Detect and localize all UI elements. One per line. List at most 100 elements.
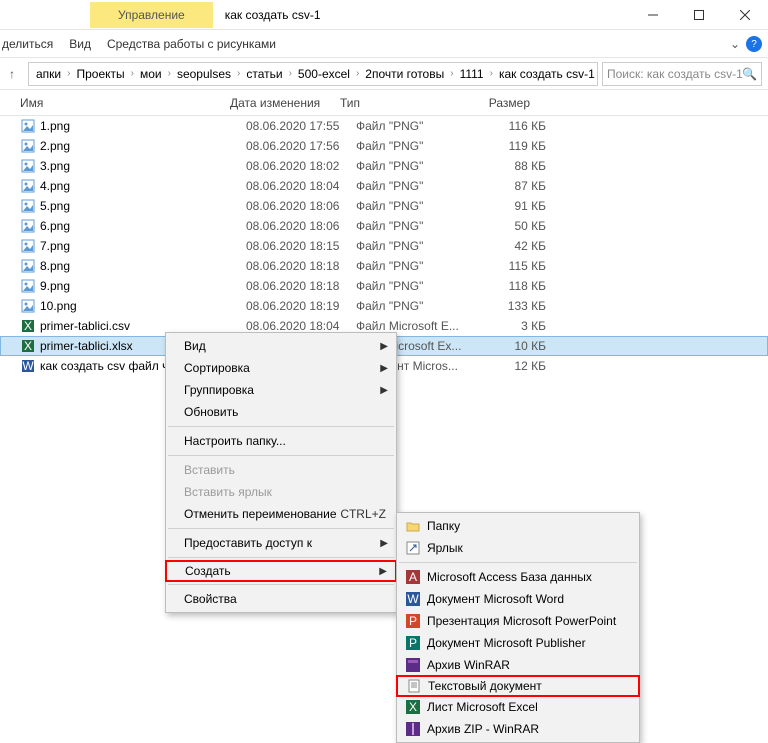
- file-row[interactable]: 7.png08.06.2020 18:15Файл "PNG"42 КБ: [0, 236, 768, 256]
- separator: [168, 426, 394, 427]
- file-icon: [20, 118, 36, 134]
- submenu-item[interactable]: XЛист Microsoft Excel: [397, 696, 639, 718]
- file-name: 6.png: [40, 219, 246, 233]
- submenu-label: Текстовый документ: [428, 679, 542, 693]
- minimize-button[interactable]: [630, 0, 676, 30]
- menu-share[interactable]: делиться: [2, 37, 53, 51]
- pub-icon: P: [405, 635, 421, 651]
- svg-text:P: P: [409, 614, 417, 628]
- file-icon: [20, 198, 36, 214]
- file-date: 08.06.2020 18:06: [246, 219, 356, 233]
- ctx-customize-folder[interactable]: Настроить папку...: [166, 430, 396, 452]
- file-row[interactable]: 10.png08.06.2020 18:19Файл "PNG"133 КБ: [0, 296, 768, 316]
- search-icon: 🔍: [742, 67, 757, 81]
- txt-icon: [406, 678, 422, 694]
- ctx-share-access[interactable]: Предоставить доступ к▶: [166, 532, 396, 554]
- breadcrumb[interactable]: апки›Проекты›мои›seopulses›статьи›500-ex…: [28, 62, 598, 86]
- zip-icon: [405, 721, 421, 737]
- submenu-item[interactable]: AMicrosoft Access База данных: [397, 566, 639, 588]
- chevron-right-icon: ▶: [379, 566, 387, 577]
- ribbon-tab-manage[interactable]: Управление: [90, 2, 213, 28]
- ctx-group[interactable]: Группировка▶: [166, 379, 396, 401]
- file-icon: [20, 138, 36, 154]
- file-type: Файл "PNG": [356, 199, 476, 213]
- breadcrumb-separator-icon: ›: [128, 68, 137, 79]
- file-size: 50 КБ: [476, 219, 546, 233]
- submenu-item[interactable]: W Документ Microsoft Word: [397, 588, 639, 610]
- submenu-item[interactable]: Архив WinRAR: [397, 654, 639, 676]
- submenu-item[interactable]: PДокумент Microsoft Publisher: [397, 632, 639, 654]
- breadcrumb-item[interactable]: 2почти готовы: [362, 67, 447, 81]
- breadcrumb-item[interactable]: апки: [33, 67, 64, 81]
- file-date: 08.06.2020 18:19: [246, 299, 356, 313]
- menu-bar: делиться Вид Средства работы с рисунками…: [0, 30, 768, 58]
- file-date: 08.06.2020 18:18: [246, 279, 356, 293]
- file-date: 08.06.2020 18:15: [246, 239, 356, 253]
- file-name: 7.png: [40, 239, 246, 253]
- submenu-label: Документ Microsoft Word: [427, 592, 564, 606]
- chevron-right-icon: ▶: [380, 341, 388, 352]
- ctx-refresh[interactable]: Обновить: [166, 401, 396, 423]
- file-size: 10 КБ: [476, 339, 546, 353]
- file-date: 08.06.2020 18:04: [246, 319, 356, 333]
- column-name[interactable]: Имя: [0, 96, 230, 110]
- ctx-create[interactable]: Создать▶: [165, 560, 397, 582]
- nav-up-icon[interactable]: ↑: [0, 67, 24, 81]
- submenu-item[interactable]: PПрезентация Microsoft PowerPoint: [397, 610, 639, 632]
- breadcrumb-item[interactable]: статьи: [243, 67, 285, 81]
- ribbon-expand-icon[interactable]: ⌄: [730, 37, 740, 51]
- file-icon: X: [20, 338, 36, 354]
- breadcrumb-item[interactable]: Проекты: [73, 67, 127, 81]
- file-date: 08.06.2020 17:56: [246, 139, 356, 153]
- file-row[interactable]: 9.png08.06.2020 18:18Файл "PNG"118 КБ: [0, 276, 768, 296]
- file-name: 1.png: [40, 119, 246, 133]
- file-size: 115 КБ: [476, 259, 546, 273]
- file-type: Файл Microsoft E...: [356, 319, 476, 333]
- ctx-view[interactable]: Вид▶: [166, 335, 396, 357]
- file-row[interactable]: 4.png08.06.2020 18:04Файл "PNG"87 КБ: [0, 176, 768, 196]
- file-row[interactable]: 8.png08.06.2020 18:18Файл "PNG"115 КБ: [0, 256, 768, 276]
- submenu-item[interactable]: Архив ZIP - WinRAR: [397, 718, 639, 740]
- ctx-properties[interactable]: Свойства: [166, 588, 396, 610]
- file-row[interactable]: 1.png08.06.2020 17:55Файл "PNG"116 КБ: [0, 116, 768, 136]
- file-name: 2.png: [40, 139, 246, 153]
- help-icon[interactable]: ?: [746, 36, 762, 52]
- chevron-right-icon: ▶: [380, 363, 388, 374]
- file-row[interactable]: 2.png08.06.2020 17:56Файл "PNG"119 КБ: [0, 136, 768, 156]
- submenu-item[interactable]: Ярлык: [397, 537, 639, 559]
- word-icon: W: [405, 591, 421, 607]
- menu-view[interactable]: Вид: [69, 37, 91, 51]
- breadcrumb-item[interactable]: мои: [137, 67, 165, 81]
- breadcrumb-item[interactable]: 500-excel: [295, 67, 353, 81]
- file-size: 116 КБ: [476, 119, 546, 133]
- submenu-item[interactable]: Текстовый документ: [396, 675, 640, 697]
- file-row[interactable]: 5.png08.06.2020 18:06Файл "PNG"91 КБ: [0, 196, 768, 216]
- column-size[interactable]: Размер: [460, 96, 530, 110]
- file-icon: [20, 238, 36, 254]
- file-date: 08.06.2020 18:06: [246, 199, 356, 213]
- file-row[interactable]: 3.png08.06.2020 18:02Файл "PNG"88 КБ: [0, 156, 768, 176]
- file-icon: [20, 258, 36, 274]
- column-headers: Имя Дата изменения Тип Размер: [0, 90, 768, 116]
- svg-text:P: P: [409, 636, 417, 650]
- file-row[interactable]: 6.png08.06.2020 18:06Файл "PNG"50 КБ: [0, 216, 768, 236]
- file-size: 133 КБ: [476, 299, 546, 313]
- search-input[interactable]: Поиск: как создать csv-1 🔍: [602, 62, 762, 86]
- maximize-button[interactable]: [676, 0, 722, 30]
- column-date[interactable]: Дата изменения: [230, 96, 340, 110]
- breadcrumb-item[interactable]: как создать csv-1: [496, 67, 598, 81]
- ctx-sort[interactable]: Сортировка▶: [166, 357, 396, 379]
- rar-icon: [405, 657, 421, 673]
- file-name: 3.png: [40, 159, 246, 173]
- breadcrumb-item[interactable]: 1111: [457, 67, 487, 81]
- submenu-item[interactable]: Папку: [397, 515, 639, 537]
- column-type[interactable]: Тип: [340, 96, 460, 110]
- breadcrumb-item[interactable]: seopulses: [174, 67, 234, 81]
- excel-icon: X: [405, 699, 421, 715]
- file-date: 08.06.2020 17:55: [246, 119, 356, 133]
- breadcrumb-separator-icon: ›: [64, 68, 73, 79]
- close-button[interactable]: [722, 0, 768, 30]
- separator: [168, 557, 394, 558]
- ctx-undo-rename[interactable]: Отменить переименованиеCTRL+Z: [166, 503, 396, 525]
- ribbon-subtitle[interactable]: Средства работы с рисунками: [107, 37, 276, 51]
